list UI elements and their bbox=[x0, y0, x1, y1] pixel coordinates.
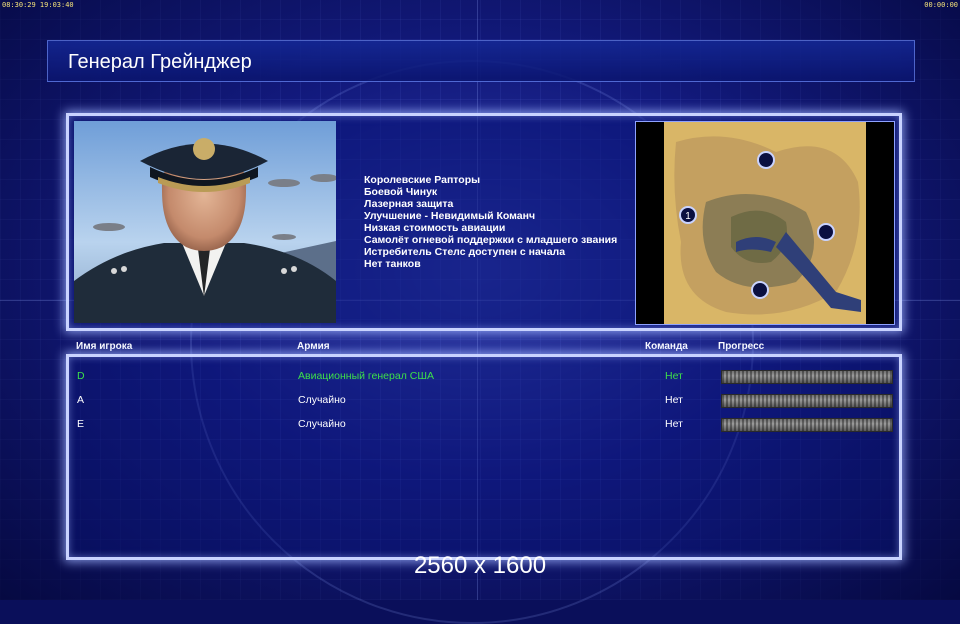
player-team: Нет bbox=[665, 418, 683, 430]
players-columns-header: Имя игрока Армия Команда Прогресс bbox=[0, 341, 960, 355]
feature-item: Боевой Чинук bbox=[364, 186, 438, 198]
resolution-caption: 2560 x 1600 bbox=[413, 552, 547, 579]
player-progress-bar bbox=[721, 370, 893, 384]
title-panel: Генерал Грейнджер bbox=[47, 40, 915, 82]
player-name: A bbox=[77, 394, 85, 406]
column-team: Команда bbox=[645, 341, 688, 352]
player-name: D bbox=[77, 370, 85, 382]
general-info-panel: Королевские Рапторы Боевой Чинук Лазерна… bbox=[66, 113, 902, 331]
system-clock-right: 00:00:00 bbox=[924, 1, 958, 9]
general-portrait bbox=[74, 121, 336, 323]
map-preview: 1 bbox=[635, 121, 895, 325]
player-progress-bar bbox=[721, 418, 893, 432]
player-row: E Случайно Нет bbox=[69, 412, 899, 436]
player-team: Нет bbox=[665, 394, 683, 406]
feature-item: Истребитель Стелс доступен с начала bbox=[364, 246, 566, 258]
column-progress: Прогресс bbox=[718, 341, 765, 352]
feature-item: Нет танков bbox=[364, 258, 421, 270]
players-panel: D Авиационный генерал США Нет A Случайно… bbox=[66, 354, 902, 560]
player-row: D Авиационный генерал США Нет bbox=[69, 364, 899, 388]
player-army: Случайно bbox=[298, 418, 346, 430]
feature-item: Низкая стоимость авиации bbox=[364, 222, 506, 234]
feature-item: Улучшение - Невидимый Команч bbox=[364, 210, 536, 222]
feature-item: Самолёт огневой поддержки с младшего зва… bbox=[364, 234, 618, 246]
player-team: Нет bbox=[665, 370, 683, 382]
player-name: E bbox=[77, 418, 85, 430]
player-row: A Случайно Нет bbox=[69, 388, 899, 412]
general-features-list: Королевские Рапторы Боевой Чинук Лазерна… bbox=[364, 174, 617, 270]
system-clock-left: 08:30:29 19:03:40 bbox=[2, 1, 74, 9]
column-player-name: Имя игрока bbox=[76, 341, 133, 352]
start-position-label: 1 bbox=[685, 211, 691, 222]
feature-item: Лазерная защита bbox=[364, 198, 454, 210]
column-army: Армия bbox=[297, 341, 330, 352]
page-title: Генерал Грейнджер bbox=[68, 51, 252, 73]
feature-item: Королевские Рапторы bbox=[364, 174, 481, 186]
player-army: Авиационный генерал США bbox=[298, 370, 434, 382]
player-progress-bar bbox=[721, 394, 893, 408]
player-army: Случайно bbox=[298, 394, 346, 406]
